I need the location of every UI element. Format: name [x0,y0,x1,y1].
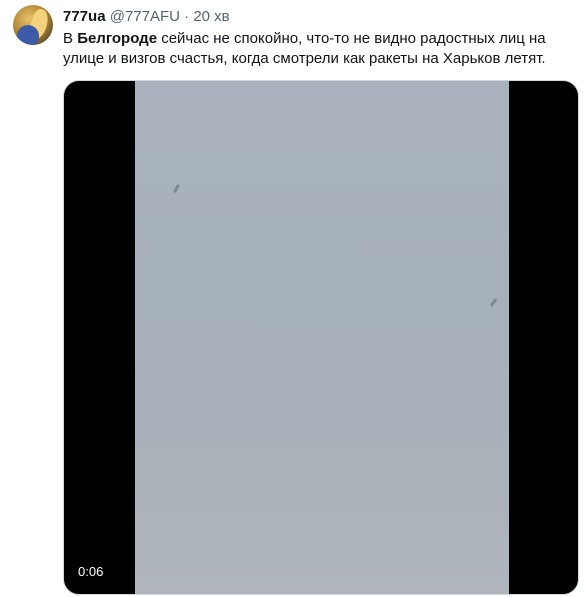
user-handle[interactable]: @777AFU [110,8,180,25]
tweet-text-bold: Белгороде [77,30,158,47]
separator-dot: · [184,8,190,25]
avatar-body [17,25,39,45]
tweet-timestamp[interactable]: 20 хв [193,8,229,25]
video-frame [135,81,509,594]
video-speck [489,297,498,308]
display-name[interactable]: 777ua [63,8,106,25]
tweet-text-prefix: В [63,30,78,47]
video-duration: 0:06 [74,562,108,582]
tweet-text: В Белгороде сейчас не спокойно, что-то н… [63,29,573,69]
tweet: 777ua @777AFU · 20 хв В Белгороде сейчас… [0,0,584,597]
video-speck [172,183,181,194]
video-player[interactable]: 0:06 [63,80,579,595]
avatar[interactable] [13,5,53,45]
tweet-header: 777ua @777AFU · 20 хв [63,7,230,27]
